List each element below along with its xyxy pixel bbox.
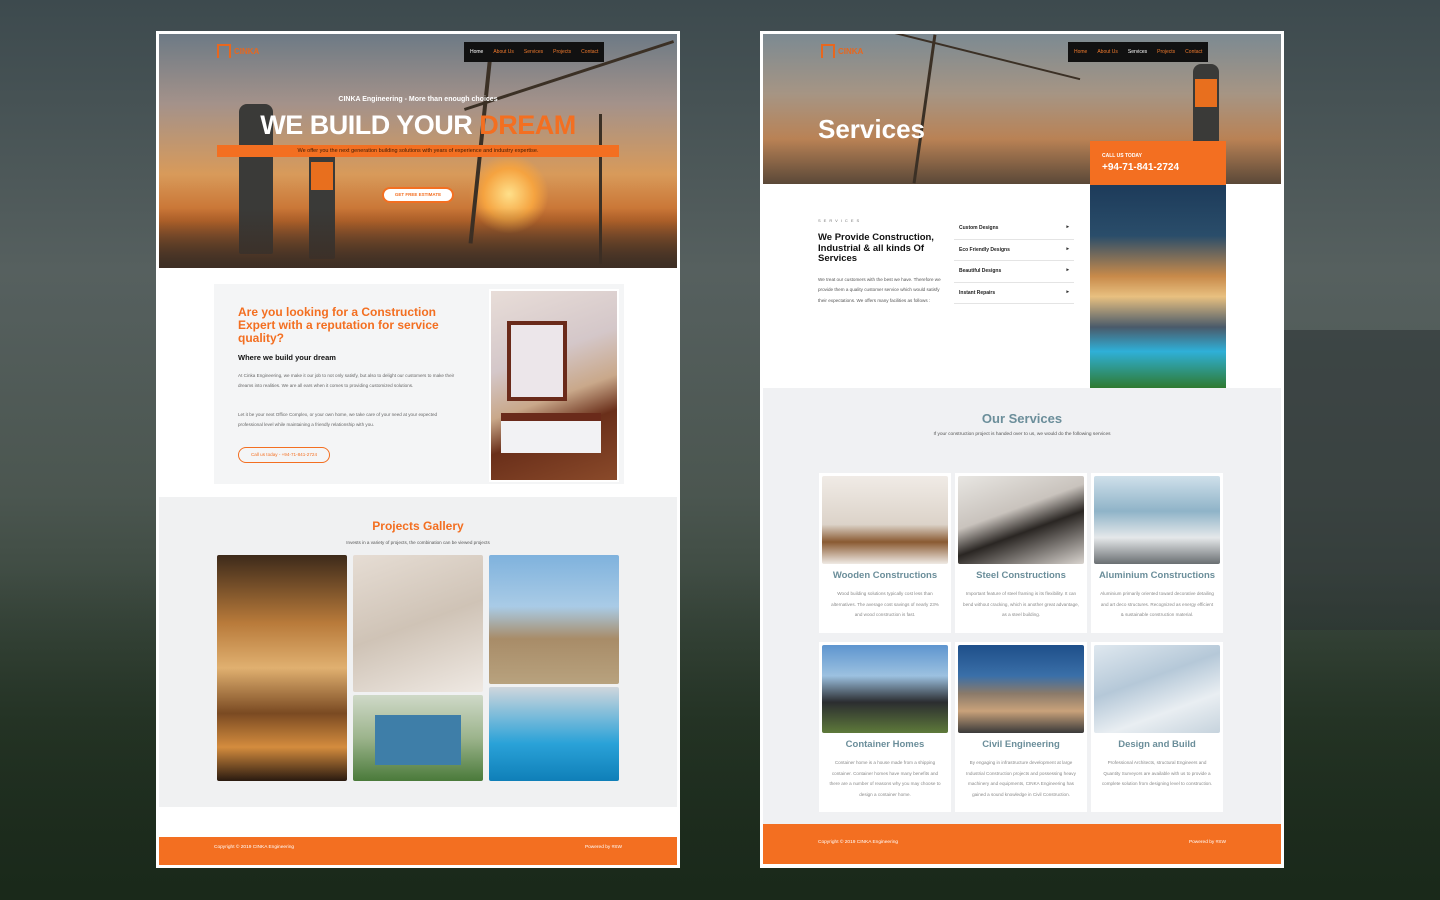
footer: Copyright © 2019 CINKA Engineering Power…: [763, 824, 1281, 864]
footer: Copyright © 2019 CINKA Engineering Power…: [159, 837, 677, 865]
modern-house-photo: [1090, 185, 1226, 388]
service-card[interactable]: Wooden Constructions Wood building solut…: [819, 473, 951, 633]
service-card[interactable]: Civil Engineering By engaging in infrast…: [955, 642, 1087, 812]
nav-projects[interactable]: Projects: [1157, 49, 1175, 55]
footer-copyright: Copyright © 2019 CINKA Engineering: [214, 845, 295, 850]
our-services-subtitle: If your construction project is handed o…: [933, 432, 1111, 437]
projects-gallery: Projects Gallery Invests in a variety of…: [159, 497, 677, 807]
service-card-text: Wood building solutions typically cost l…: [831, 591, 939, 617]
logo-icon: [217, 44, 231, 58]
service-card-image: [822, 645, 948, 733]
bed: [501, 413, 601, 453]
crane-tower: [912, 34, 937, 184]
service-card-title: Design and Build: [1118, 739, 1196, 750]
service-card[interactable]: Design and Build Professional Architects…: [1091, 642, 1223, 812]
nav-contact[interactable]: Contact: [581, 49, 598, 55]
gallery-image-pool[interactable]: [489, 687, 619, 781]
nav-services[interactable]: Services: [524, 49, 543, 55]
call-us-button[interactable]: Call us today - +94-71-841-2724: [238, 447, 330, 463]
service-card-image: [1094, 645, 1220, 733]
safety-vest: [311, 162, 333, 190]
services-list: Custom Designs ▸ Eco Friendly Designs ▸ Be…: [954, 218, 1074, 304]
crane-tower: [468, 44, 494, 244]
get-estimate-button[interactable]: GET FREE ESTIMATE: [382, 187, 454, 203]
service-card-text: Professional Architects, structural Engi…: [1101, 760, 1213, 786]
main-nav: Home About Us Services Projects Contact: [464, 42, 605, 62]
safety-vest: [1195, 79, 1217, 107]
headboard: [507, 321, 567, 401]
service-card-text: Important feature of steel framing is it…: [963, 591, 1079, 617]
crane-jib: [885, 34, 1081, 81]
service-card[interactable]: Aluminium Constructions Aluminium primar…: [1091, 473, 1223, 633]
footer-powered-by[interactable]: Powered by #SW: [1189, 840, 1226, 845]
nav-home[interactable]: Home: [1074, 49, 1087, 55]
service-card-title: Wooden Constructions: [832, 570, 938, 581]
services-kicker: SERVICES: [818, 218, 863, 223]
homepage-mockup: CINKA Home About Us Services Projects Co…: [156, 31, 680, 868]
gallery-title: Projects Gallery: [372, 519, 464, 533]
our-services-title: Our Services: [981, 411, 1063, 426]
service-card-image: [958, 476, 1084, 564]
nav-about[interactable]: About Us: [493, 49, 514, 55]
hero-section: CINKA Home About Us Services Projects Co…: [159, 34, 677, 268]
gallery-image-container[interactable]: [353, 695, 483, 781]
about-paragraph: Let it be your next Office Complex, or y…: [238, 412, 438, 427]
service-card-text: Container home is a house made from a sh…: [829, 760, 941, 797]
service-card-image: [1094, 476, 1220, 564]
about-subheading: Where we build your dream: [238, 353, 336, 362]
our-services-section: Our Services If your construction projec…: [763, 388, 1281, 828]
gallery-image-staircase[interactable]: [217, 555, 347, 781]
hero-title: WE BUILD YOUR DREAM: [260, 110, 576, 140]
call-box[interactable]: CALL US TODAY +94-71-841-2724: [1090, 141, 1226, 185]
service-card-image: [822, 476, 948, 564]
footer-powered-by[interactable]: Powered by #SW: [585, 845, 622, 850]
service-card-image: [958, 645, 1084, 733]
gallery-subtitle: Invests in a variety of projects, the co…: [346, 540, 490, 545]
bedroom-photo: [489, 289, 619, 482]
services-heading: We Provide Construction, Industrial & al…: [818, 232, 934, 264]
call-box-phone[interactable]: +94-71-841-2724: [1102, 162, 1179, 173]
page-title: Services: [818, 114, 925, 144]
about-section: Are you looking for a Construction Exper…: [214, 284, 624, 484]
caret-right-icon: ▸: [1066, 288, 1069, 295]
service-card[interactable]: Steel Constructions Important feature of…: [955, 473, 1087, 633]
nav-contact[interactable]: Contact: [1185, 49, 1202, 55]
logo-icon: [821, 44, 835, 58]
main-nav: Home About Us Services Projects Contact: [1068, 42, 1209, 62]
service-card-text: Aluminium primarily oriented toward deco…: [1100, 591, 1214, 617]
hero-strip: We offer you the next generation buildin…: [217, 145, 619, 157]
service-card-text: By engaging in infrastructure developmen…: [966, 760, 1076, 797]
caret-right-icon: ▸: [1066, 245, 1069, 252]
service-card-title: Steel Constructions: [976, 570, 1066, 581]
footer-copyright: Copyright © 2019 CINKA Engineering: [818, 840, 899, 845]
service-card-title: Container Homes: [845, 739, 925, 750]
nav-services[interactable]: Services: [1128, 49, 1147, 55]
call-box-label: CALL US TODAY: [1102, 153, 1142, 159]
services-text: We treat our customers with the best we …: [818, 276, 941, 303]
hero-tagline: CINKA Engineering - More than enough cho…: [338, 96, 498, 103]
sunset: [469, 154, 549, 234]
service-item-custom-designs[interactable]: Custom Designs ▸: [954, 218, 1074, 240]
services-page-mockup: CINKA Home About Us Services Projects Co…: [760, 31, 1284, 868]
gallery-image-living-room[interactable]: [353, 555, 483, 692]
gallery-image-terrace[interactable]: [489, 555, 619, 684]
service-card-title: Civil Engineering: [982, 739, 1060, 750]
service-card[interactable]: Container Homes Container home is a hous…: [819, 642, 951, 812]
site-logo[interactable]: CINKA: [217, 44, 259, 58]
site-logo[interactable]: CINKA: [821, 44, 863, 58]
service-card-title: Aluminium Constructions: [1098, 570, 1216, 581]
about-heading: Are you looking for a Construction Exper…: [238, 305, 439, 345]
service-item-eco-friendly[interactable]: Eco Friendly Designs ▸: [954, 240, 1074, 261]
service-item-instant-repairs[interactable]: Instant Repairs ▸: [954, 283, 1074, 304]
service-item-beautiful-designs[interactable]: Beautiful Designs ▸: [954, 261, 1074, 283]
about-paragraph: At Cinka Engineering, we make it our job…: [238, 373, 455, 388]
caret-right-icon: ▸: [1066, 267, 1069, 273]
services-intro: SERVICES We Provide Construction, Indust…: [818, 218, 948, 306]
caret-right-icon: ▸: [1066, 224, 1069, 230]
container-home: [375, 715, 461, 765]
nav-projects[interactable]: Projects: [553, 49, 571, 55]
nav-home[interactable]: Home: [470, 49, 483, 55]
nav-about[interactable]: About Us: [1097, 49, 1118, 55]
